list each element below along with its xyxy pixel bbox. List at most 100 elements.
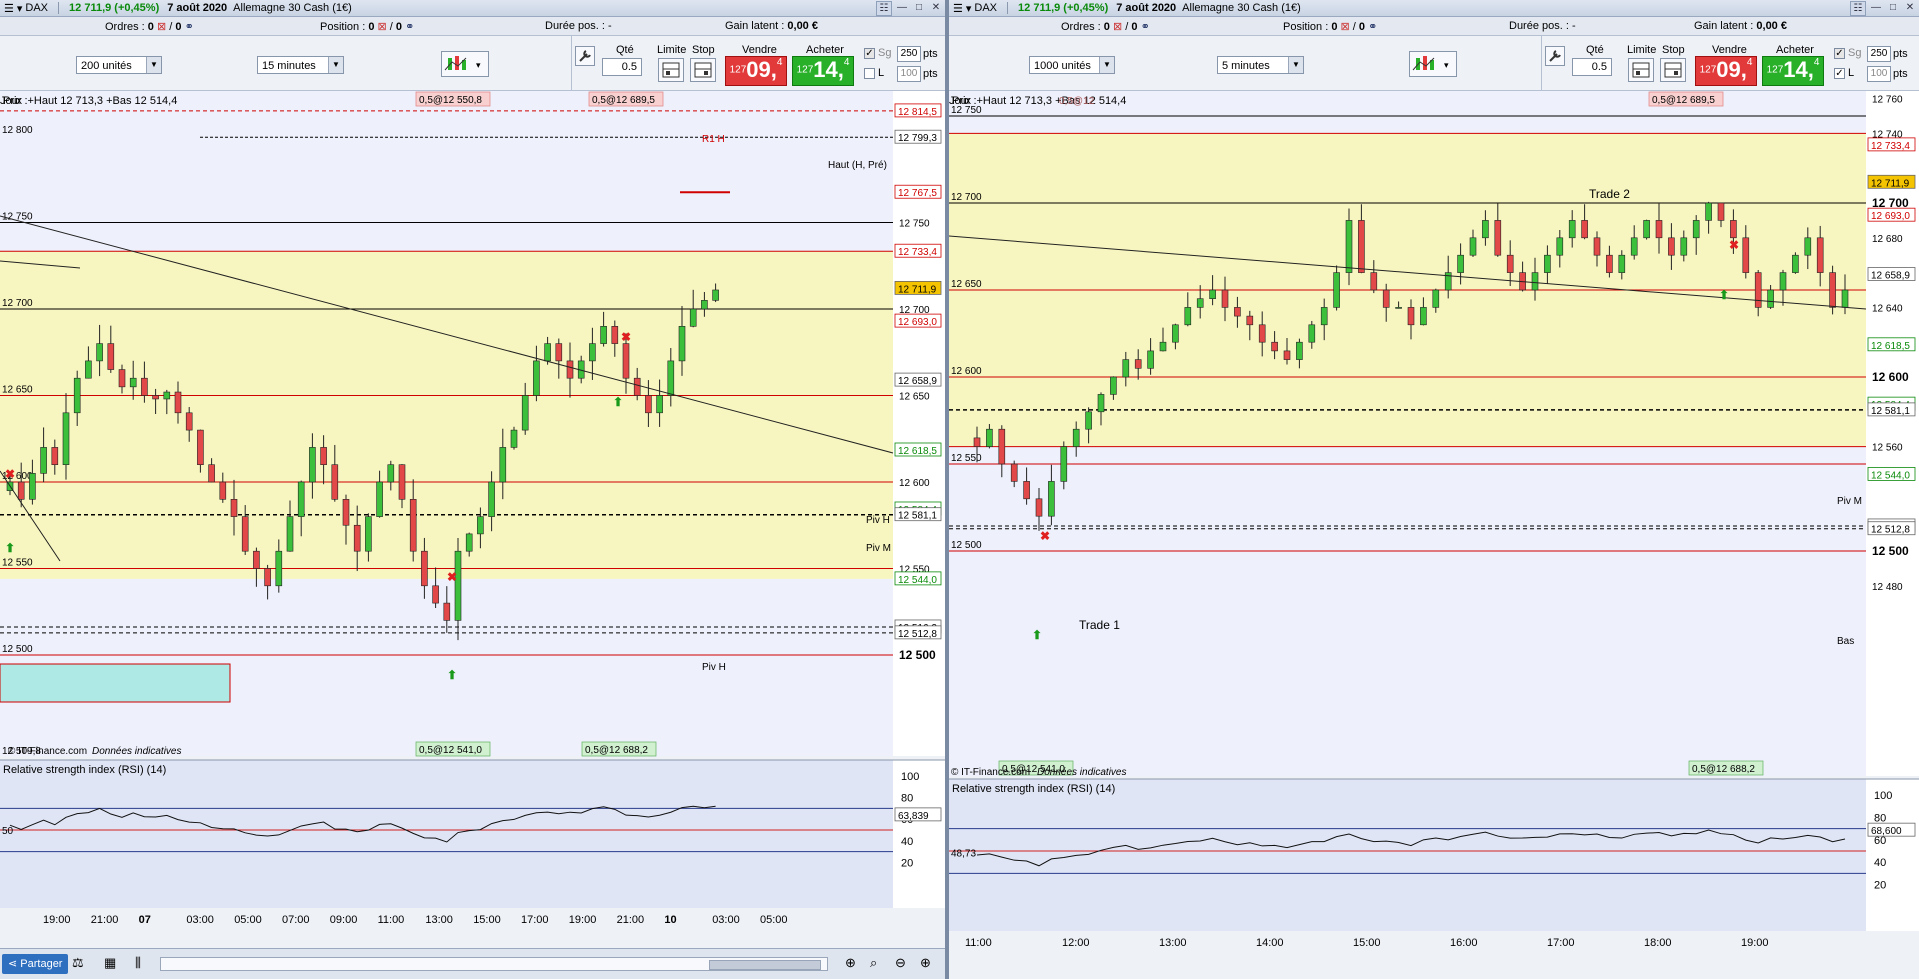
right-chart-area[interactable]: Prix Jour :+Haut 12 713,3 +Bas 12 514,4 12… (949, 91, 1919, 979)
time-axis-tick: 13:00 (1159, 937, 1187, 949)
maximize-icon[interactable]: □ (912, 1, 926, 14)
sg-checkbox[interactable]: ✓ (1834, 48, 1845, 59)
close-icon[interactable]: ✕ (929, 1, 943, 14)
stop-order-button[interactable] (690, 58, 716, 82)
minimize-icon[interactable]: — (895, 1, 909, 14)
qty-input[interactable]: 0.5 (1572, 58, 1612, 76)
r1-label: R1 H (702, 134, 725, 145)
right-symbol[interactable]: ☰ ▾ DAX (953, 2, 997, 15)
stop-order-button[interactable] (1660, 58, 1686, 82)
buy-label: Acheter (1776, 44, 1814, 56)
position-info[interactable]: Position : 0 ⊠ / 0 ⚭ (320, 20, 414, 33)
l-pts-input[interactable]: 100 (1867, 66, 1891, 82)
sell-button[interactable]: 12709,4 (725, 56, 787, 86)
interval-select[interactable]: 5 minutes ▼ (1217, 56, 1304, 74)
wrench-icon[interactable] (575, 46, 595, 66)
candle-body (185, 412, 193, 431)
l-pts-input[interactable]: 100 (897, 66, 921, 82)
price-axis-tick: 12 500 (1872, 544, 1909, 558)
candle-body (208, 464, 215, 483)
indicators-icon[interactable]: ▦ (104, 955, 116, 971)
scroll-thumb[interactable] (709, 960, 821, 970)
buy-label: Acheter (806, 44, 844, 56)
candle-body (264, 568, 271, 587)
minimize-icon[interactable]: — (1869, 1, 1883, 14)
limit-order-button[interactable] (1628, 58, 1654, 82)
candle-body (465, 533, 473, 552)
left-toolbar: 200 unités ▼ 15 minutes ▼ ▾ Qté 0.5 Limite… (0, 36, 945, 91)
close-icon[interactable]: ✕ (1903, 1, 1917, 14)
sell-button[interactable]: 12709,4 (1695, 56, 1757, 86)
zone-rectangle[interactable] (0, 663, 231, 703)
menu-icon[interactable]: ☷ (876, 1, 892, 16)
candle-body (107, 343, 115, 370)
price-tag-label: 12 512,8 (898, 629, 937, 640)
crosshair-icon[interactable]: ⊕ (845, 955, 856, 971)
price-tag-label: 12 618,5 (898, 446, 937, 457)
separator (58, 2, 60, 14)
units-select[interactable]: 1000 unités ▼ (1029, 56, 1115, 74)
zoom-out-icon[interactable]: ⊖ (895, 955, 906, 971)
qty-input[interactable]: 0.5 (602, 58, 642, 76)
orders-info[interactable]: Ordres : 0 ⊠ / 0 ⚭ (1061, 20, 1150, 33)
candle-body (40, 447, 47, 474)
candle-body (1668, 237, 1675, 256)
interval-select[interactable]: 15 minutes ▼ (257, 56, 344, 74)
candle-body (1085, 411, 1092, 430)
left-horizontal-scrollbar[interactable] (160, 957, 828, 971)
candle-body (1841, 289, 1849, 308)
limit-order-button[interactable] (658, 58, 684, 82)
l-checkbox[interactable] (864, 68, 875, 79)
candle-body (973, 437, 981, 447)
rsi-axis-tick: 80 (1874, 812, 1886, 824)
buy-button[interactable]: 12714,4 (1762, 56, 1824, 86)
limit-order-icon (662, 62, 680, 78)
orders-info[interactable]: Ordres : 0 ⊠ / 0 ⚭ (105, 20, 194, 33)
time-axis-tick: 17:00 (521, 914, 549, 926)
wrench-icon[interactable] (1545, 46, 1565, 66)
left-info-bar: Ordres : 0 ⊠ / 0 ⚭ Position : 0 ⊠ / 0 ⚭ … (0, 17, 945, 36)
left-symbol[interactable]: ☰ ▾ DAX (4, 2, 48, 15)
zoom-fit-icon[interactable]: ⌕ (870, 955, 877, 971)
candle-body (432, 585, 439, 604)
l-label: L (1848, 67, 1855, 79)
candle-body (342, 498, 350, 526)
price-tick-label: 12 550 (2, 558, 33, 569)
menu-icon[interactable]: ☷ (1850, 1, 1866, 16)
candle-body (96, 343, 103, 362)
haut-label: Haut (H, Pré) (828, 160, 887, 171)
price-tick-label: 12 700 (951, 192, 982, 203)
candle-body (1296, 341, 1303, 360)
sg-pts-input[interactable]: 250 (897, 46, 921, 62)
zoom-in-icon[interactable]: ⊕ (920, 955, 931, 971)
candle-body (421, 550, 428, 587)
price-tag-label: 12 618,5 (1871, 341, 1910, 352)
units-select[interactable]: 200 unités ▼ (76, 56, 162, 74)
candle-body (477, 516, 484, 535)
price-tick-label: 12 650 (2, 385, 33, 396)
chevron-down-icon: ▼ (1099, 57, 1114, 73)
share-button[interactable]: ⋖ Partager (2, 954, 69, 974)
sg-pts-input[interactable]: 250 (1867, 46, 1891, 62)
time-axis-tick: 09:00 (330, 914, 358, 926)
trade2-label: Trade 2 (1589, 187, 1630, 201)
list-icon: ☰ (4, 2, 14, 15)
drawing-tools-icon[interactable]: ⚖ (72, 955, 84, 971)
buy-marker-icon: ⬆ (1719, 288, 1729, 302)
chart-type-button[interactable]: ▾ (1409, 51, 1457, 77)
candle-body (387, 464, 395, 483)
candlestick-chart-icon: ▾ (444, 56, 481, 71)
candles-icon[interactable]: ⫼ (135, 955, 141, 971)
left-chart-area[interactable]: Prix Jour :+Haut 12 713,3 +Bas 12 514,4 12… (0, 91, 945, 949)
price-tag-label: 12 658,9 (898, 376, 937, 387)
l-checkbox[interactable]: ✓ (1834, 68, 1845, 79)
sg-checkbox[interactable]: ✓ (864, 48, 875, 59)
buy-button[interactable]: 12714,4 (792, 56, 854, 86)
chart-type-button[interactable]: ▾ (441, 51, 489, 77)
order-badge-label: 0,5@12 689,5 (592, 95, 655, 106)
price-axis-tick: 12 600 (1872, 370, 1909, 384)
rsi-start-label: 48,73 (951, 848, 976, 859)
position-info[interactable]: Position : 0 ⊠ / 0 ⚭ (1283, 20, 1377, 33)
link-icon: ⚭ (184, 21, 194, 33)
maximize-icon[interactable]: □ (1886, 1, 1900, 14)
